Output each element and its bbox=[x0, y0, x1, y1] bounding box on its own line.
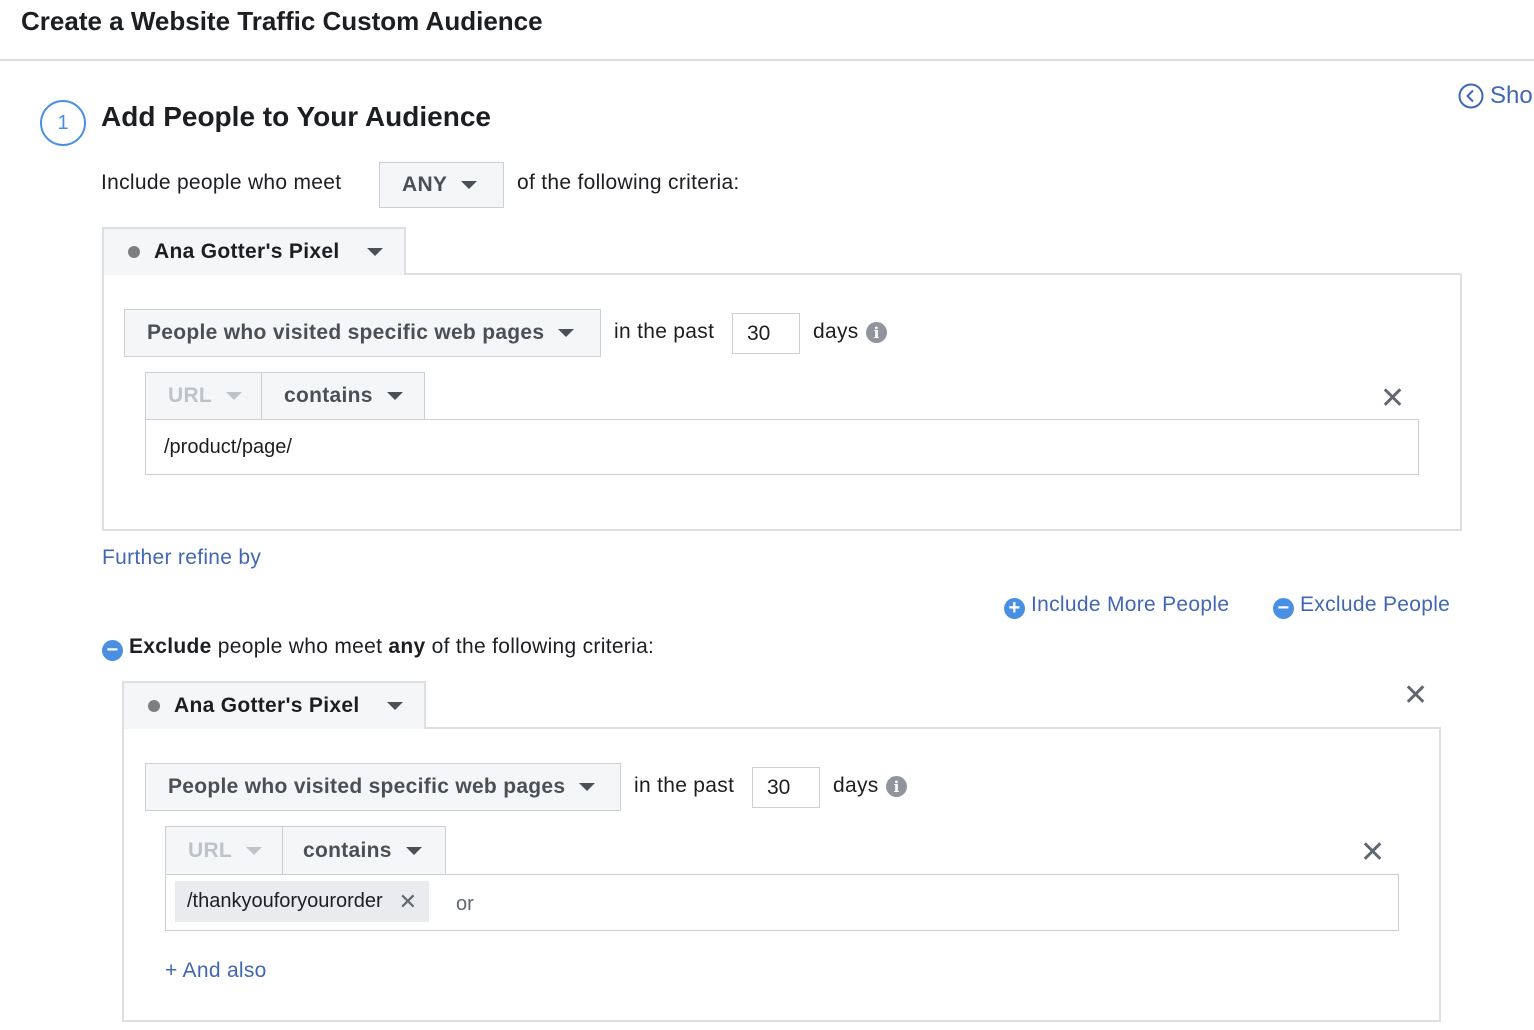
include-more-people-button[interactable]: + Include More People bbox=[1004, 593, 1229, 619]
exclude-label-bold: Exclude bbox=[129, 635, 212, 658]
include-event-label: People who visited specific web pages bbox=[147, 321, 545, 344]
info-icon[interactable]: i bbox=[866, 322, 887, 343]
include-days-input[interactable]: 30 bbox=[732, 313, 800, 354]
step-number: 1 bbox=[40, 100, 86, 146]
plus-circle-icon: + bbox=[1004, 598, 1025, 619]
pixel-status-icon bbox=[148, 700, 160, 712]
exclude-event-dropdown[interactable]: People who visited specific web pages bbox=[145, 763, 621, 811]
include-pixel-name: Ana Gotter's Pixel bbox=[154, 240, 340, 263]
exclude-people-label: Exclude People bbox=[1300, 593, 1451, 616]
close-icon[interactable]: ✕ bbox=[1403, 681, 1428, 711]
exclude-operator-label: contains bbox=[303, 838, 392, 862]
close-icon[interactable]: ✕ bbox=[1380, 384, 1405, 414]
step-title: Add People to Your Audience bbox=[101, 101, 491, 132]
close-icon[interactable]: ✕ bbox=[399, 889, 417, 915]
include-pixel-dropdown[interactable]: Ana Gotter's Pixel bbox=[102, 227, 406, 275]
show-link-label: Sho bbox=[1490, 82, 1533, 109]
include-operator-label: contains bbox=[284, 384, 373, 407]
exclude-people-button[interactable]: − Exclude People bbox=[1273, 593, 1450, 619]
chevron-down-icon bbox=[405, 846, 422, 855]
include-days-label: days bbox=[813, 320, 859, 343]
exclude-label-any: any bbox=[388, 635, 426, 658]
include-prefix: Include people who meet bbox=[101, 171, 342, 194]
match-type-value: ANY bbox=[402, 173, 448, 196]
exclude-days-input[interactable]: 30 bbox=[752, 767, 820, 808]
include-operator-dropdown[interactable]: contains bbox=[261, 372, 425, 420]
exclude-pixel-name: Ana Gotter's Pixel bbox=[174, 694, 360, 717]
and-also-link[interactable]: + And also bbox=[165, 959, 267, 983]
or-placeholder: or bbox=[456, 893, 474, 915]
pixel-status-icon bbox=[128, 246, 140, 258]
page-header: Create a Website Traffic Custom Audience bbox=[0, 0, 1534, 61]
exclude-operator-dropdown[interactable]: contains bbox=[282, 826, 446, 875]
exclude-days-label: days bbox=[833, 774, 879, 797]
chevron-down-icon bbox=[558, 329, 575, 337]
include-url-field-dropdown: URL bbox=[145, 372, 262, 420]
chevron-down-icon bbox=[461, 181, 478, 189]
exclude-label-mid: people who meet bbox=[217, 635, 383, 658]
include-url-input[interactable]: /product/page/ bbox=[145, 419, 1419, 475]
further-refine-link[interactable]: Further refine by bbox=[102, 546, 261, 570]
close-icon[interactable]: ✕ bbox=[1360, 838, 1385, 868]
url-tag-label: /thankyouforyourorder bbox=[187, 890, 383, 912]
exclude-sentence: − Exclude people who meet any of the foll… bbox=[102, 635, 654, 661]
chevron-down-icon bbox=[579, 783, 596, 791]
chevron-down-icon bbox=[386, 392, 403, 400]
show-panel-link[interactable]: Sho bbox=[1458, 82, 1533, 110]
chevron-down-icon bbox=[367, 248, 384, 256]
include-url-field-label: URL bbox=[168, 384, 213, 407]
include-in-the-past: in the past bbox=[614, 320, 715, 343]
match-type-dropdown[interactable]: ANY bbox=[379, 162, 504, 208]
chevron-down-icon bbox=[387, 702, 404, 710]
exclude-pixel-dropdown[interactable]: Ana Gotter's Pixel bbox=[122, 681, 426, 729]
exclude-label-end: of the following criteria: bbox=[431, 635, 655, 658]
exclude-event-label: People who visited specific web pages bbox=[168, 775, 566, 798]
chevron-down-icon bbox=[246, 846, 263, 855]
include-suffix: of the following criteria: bbox=[517, 171, 740, 194]
chevron-down-icon bbox=[226, 392, 243, 400]
exclude-url-field-dropdown: URL bbox=[165, 826, 283, 875]
url-tag: /thankyouforyourorder ✕ bbox=[175, 881, 430, 922]
minus-circle-icon: − bbox=[1273, 598, 1294, 619]
info-icon[interactable]: i bbox=[886, 776, 907, 797]
exclude-url-field-label: URL bbox=[188, 838, 233, 862]
minus-circle-icon[interactable]: − bbox=[102, 640, 123, 661]
page-title: Create a Website Traffic Custom Audience bbox=[21, 6, 543, 36]
exclude-in-the-past: in the past bbox=[634, 774, 735, 797]
chevron-left-circle-icon bbox=[1458, 83, 1484, 109]
include-more-label: Include More People bbox=[1031, 593, 1230, 616]
include-event-dropdown[interactable]: People who visited specific web pages bbox=[124, 309, 601, 357]
